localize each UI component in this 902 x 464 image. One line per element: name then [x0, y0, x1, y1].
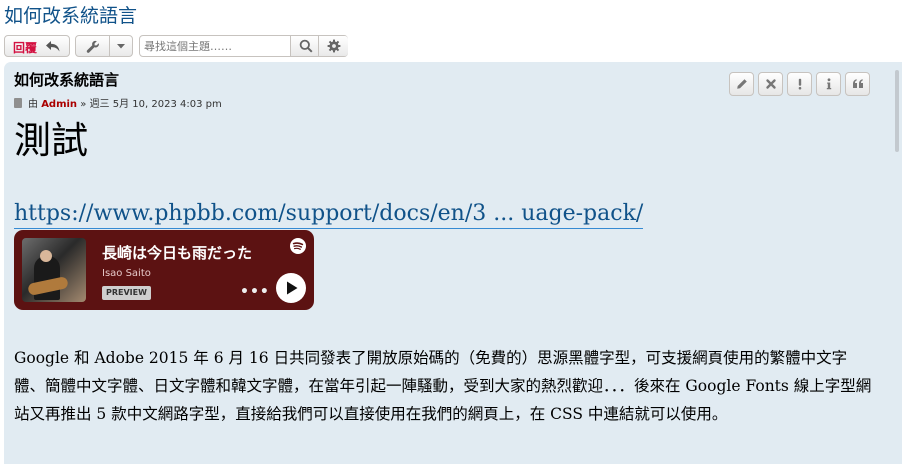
track-artist[interactable]: Isao Saito [102, 268, 151, 279]
topic-search [139, 35, 348, 57]
play-button[interactable] [276, 273, 306, 303]
edit-button[interactable] [729, 72, 754, 96]
report-icon [798, 78, 802, 90]
delete-icon [766, 79, 776, 89]
wrench-icon [86, 40, 99, 53]
topic-title[interactable]: 如何改系統語言 [4, 2, 137, 30]
tools-separator [109, 36, 110, 56]
author-link[interactable]: Admin [41, 99, 77, 110]
advanced-search-button[interactable] [318, 36, 348, 56]
reply-label: 回覆 [13, 41, 38, 55]
post-date: 週三 5月 10, 2023 4:03 pm [89, 99, 222, 110]
post-link[interactable]: https://www.phpbb.com/support/docs/en/3 … [14, 200, 644, 229]
search-icon [299, 39, 313, 53]
post-body-text: Google 和 Adobe 2015 年 6 月 16 日共同發表了開放原始碼… [14, 349, 872, 423]
more-options-icon[interactable]: ••• [240, 284, 270, 300]
search-button[interactable] [290, 36, 319, 56]
post-meta: 由 Admin » 週三 5月 10, 2023 4:03 pm [14, 95, 222, 110]
reply-button[interactable]: 回覆 [4, 35, 70, 57]
quote-icon [853, 79, 863, 88]
post-file-icon[interactable] [14, 98, 22, 108]
play-icon [287, 281, 298, 295]
post: 如何改系統語言 由 Admin » 週三 5月 10, 2023 4:03 pm [4, 62, 902, 464]
post-title[interactable]: 如何改系統語言 [14, 69, 119, 90]
album-cover [22, 238, 86, 302]
post-heading: 測試 [14, 119, 88, 162]
spotify-embed[interactable]: 長崎は今日も雨だった Isao Saito PREVIEW ••• [14, 230, 314, 310]
delete-button[interactable] [758, 72, 783, 96]
preview-badge: PREVIEW [102, 286, 151, 300]
meta-separator: » [80, 99, 87, 110]
search-input[interactable] [140, 36, 294, 56]
info-icon [826, 78, 832, 90]
meta-prefix: 由 [28, 99, 38, 110]
reply-arrow-icon [46, 41, 60, 52]
spotify-logo-icon[interactable] [290, 238, 306, 254]
track-title[interactable]: 長崎は今日も雨だった [102, 242, 252, 263]
info-button[interactable] [816, 72, 841, 96]
chevron-down-icon [117, 44, 125, 49]
edit-icon [737, 79, 747, 89]
topic-tools-button[interactable] [75, 35, 133, 57]
scrollbar-thumb[interactable] [895, 70, 899, 152]
gear-icon [327, 39, 341, 53]
report-button[interactable] [787, 72, 812, 96]
quote-button[interactable] [845, 72, 870, 96]
